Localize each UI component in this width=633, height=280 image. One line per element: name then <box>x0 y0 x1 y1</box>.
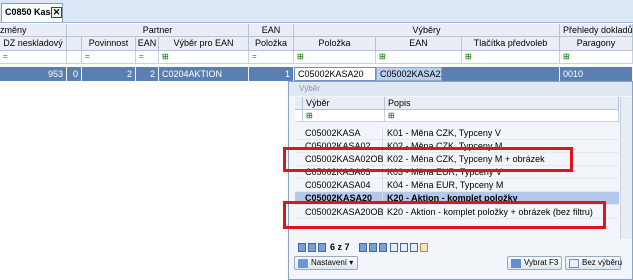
column-header-tlacitka-predvoleb[interactable]: Tlačítka předvoleb <box>462 37 560 51</box>
filter-icon: ⊞ <box>306 111 313 120</box>
pager-cancel-button[interactable] <box>420 243 428 252</box>
settings-icon <box>298 259 308 268</box>
filter-icon: ⊞ <box>162 52 169 61</box>
pager-prev-page-button[interactable] <box>308 243 316 252</box>
no-select-button[interactable]: Bez výběru <box>565 256 622 270</box>
column-header-polozka[interactable]: Položka <box>294 37 376 51</box>
filter-cell-polozka-ean[interactable]: = <box>249 51 294 64</box>
pager-remove-button[interactable] <box>400 243 408 252</box>
pager-edit-button[interactable] <box>410 243 418 252</box>
filter-cell-ean2[interactable]: ⊞ <box>376 51 462 64</box>
column-header-paragony[interactable]: Paragony <box>560 37 633 51</box>
pager-next-button[interactable] <box>359 243 367 252</box>
pager-first-button[interactable] <box>298 243 306 252</box>
column-header-dz-neskladovy[interactable]: DZ neskladový <box>0 37 67 51</box>
header-group-prehledy: Přehledy dokladů <box>560 24 633 37</box>
column-header-ean-vybery[interactable]: EAN <box>376 37 462 51</box>
pager-position: 6 z 7 <box>330 242 350 252</box>
filter-cell-blank[interactable] <box>67 51 82 64</box>
filter-icon: ⊞ <box>379 52 386 61</box>
cell-paragony[interactable]: 0010 <box>560 67 633 81</box>
cell-tlacitka[interactable] <box>442 67 560 81</box>
filter-cell-tlacitka[interactable]: ⊞ <box>462 51 560 64</box>
popup-title: Výběr <box>289 82 632 96</box>
filter-cell-ean[interactable]: = <box>136 51 159 64</box>
pager-next-page-button[interactable] <box>369 243 377 252</box>
column-header-ean[interactable]: EAN <box>136 37 159 51</box>
pager-prev-button[interactable] <box>318 243 326 252</box>
filter-icon: ⊞ <box>465 52 472 61</box>
cell-vyber-pro-ean[interactable]: C0204AKTION <box>159 67 249 81</box>
filter-cell-polozka[interactable]: ⊞ <box>294 51 376 64</box>
header-group-partner: Partner <box>67 24 249 37</box>
select-icon <box>511 259 521 268</box>
tab-strip <box>0 0 633 23</box>
pager-add-button[interactable] <box>390 243 398 252</box>
cell-ean[interactable]: 2 <box>136 67 159 81</box>
popup-filter-indicator <box>295 110 303 122</box>
header-group-vybery: Výběry <box>294 24 560 37</box>
selection-popup: Výběr Výběr Popis ⊞ ⊞ C05002KASA K01 - Mě… <box>288 81 633 280</box>
filter-cell-povinnost[interactable]: = <box>82 51 136 64</box>
select-button[interactable]: Vybrat F3 <box>507 256 562 270</box>
filter-cell-paragony[interactable]: ⊞ <box>560 51 633 64</box>
column-header-polozka-ean[interactable]: Položka <box>249 37 294 51</box>
highlight-box <box>283 201 606 229</box>
popup-scrollbar[interactable] <box>620 97 632 239</box>
column-header-povinnost[interactable]: Povinnost <box>82 37 136 51</box>
filter-icon: ⊞ <box>297 52 304 61</box>
cell-povinnost[interactable]: 2 <box>82 67 136 81</box>
highlight-box <box>283 147 573 172</box>
popup-list-item[interactable]: C05002KASA K01 - Měna CZK, Typceny V <box>295 127 619 140</box>
cell-dz[interactable]: 953 <box>0 67 67 81</box>
settings-button[interactable]: Nastavení ▾ <box>294 256 358 270</box>
tab-label: C0850 Kasa <box>5 7 56 17</box>
column-header-vyber-pro-ean[interactable]: Výběr pro EAN <box>159 37 249 51</box>
filter-cell-vyber[interactable]: ⊞ <box>159 51 249 64</box>
filter-icon: ⊞ <box>563 52 570 61</box>
popup-filter-vyber[interactable]: ⊞ <box>303 110 385 122</box>
pager-last-button[interactable] <box>379 243 387 252</box>
header-group-ean: EAN <box>249 24 294 37</box>
cell-polozka-ean[interactable]: 1 <box>249 67 294 81</box>
header-group-zmeny: změny <box>0 24 67 37</box>
close-icon[interactable]: ✕ <box>51 7 62 18</box>
popup-list-item[interactable]: C05002KASA04 K04 - Měna EUR, Typceny M <box>295 179 619 192</box>
cell-ean-vybery[interactable]: C05002KASA21 <box>376 67 446 81</box>
no-select-icon <box>569 259 579 268</box>
filter-cell-dz[interactable]: = <box>0 51 67 64</box>
popup-column-header-vyber[interactable]: Výběr <box>303 97 385 110</box>
cell-polozka-editing[interactable]: C05002KASA20 <box>294 67 376 81</box>
popup-filter-popis[interactable]: ⊞ <box>385 110 619 122</box>
column-header-blank[interactable] <box>67 37 82 51</box>
filter-icon: ⊞ <box>388 111 395 120</box>
cell-col2[interactable]: 0 <box>67 67 82 81</box>
popup-column-header-popis[interactable]: Popis <box>385 97 619 110</box>
popup-row-indicator-header <box>295 97 303 110</box>
